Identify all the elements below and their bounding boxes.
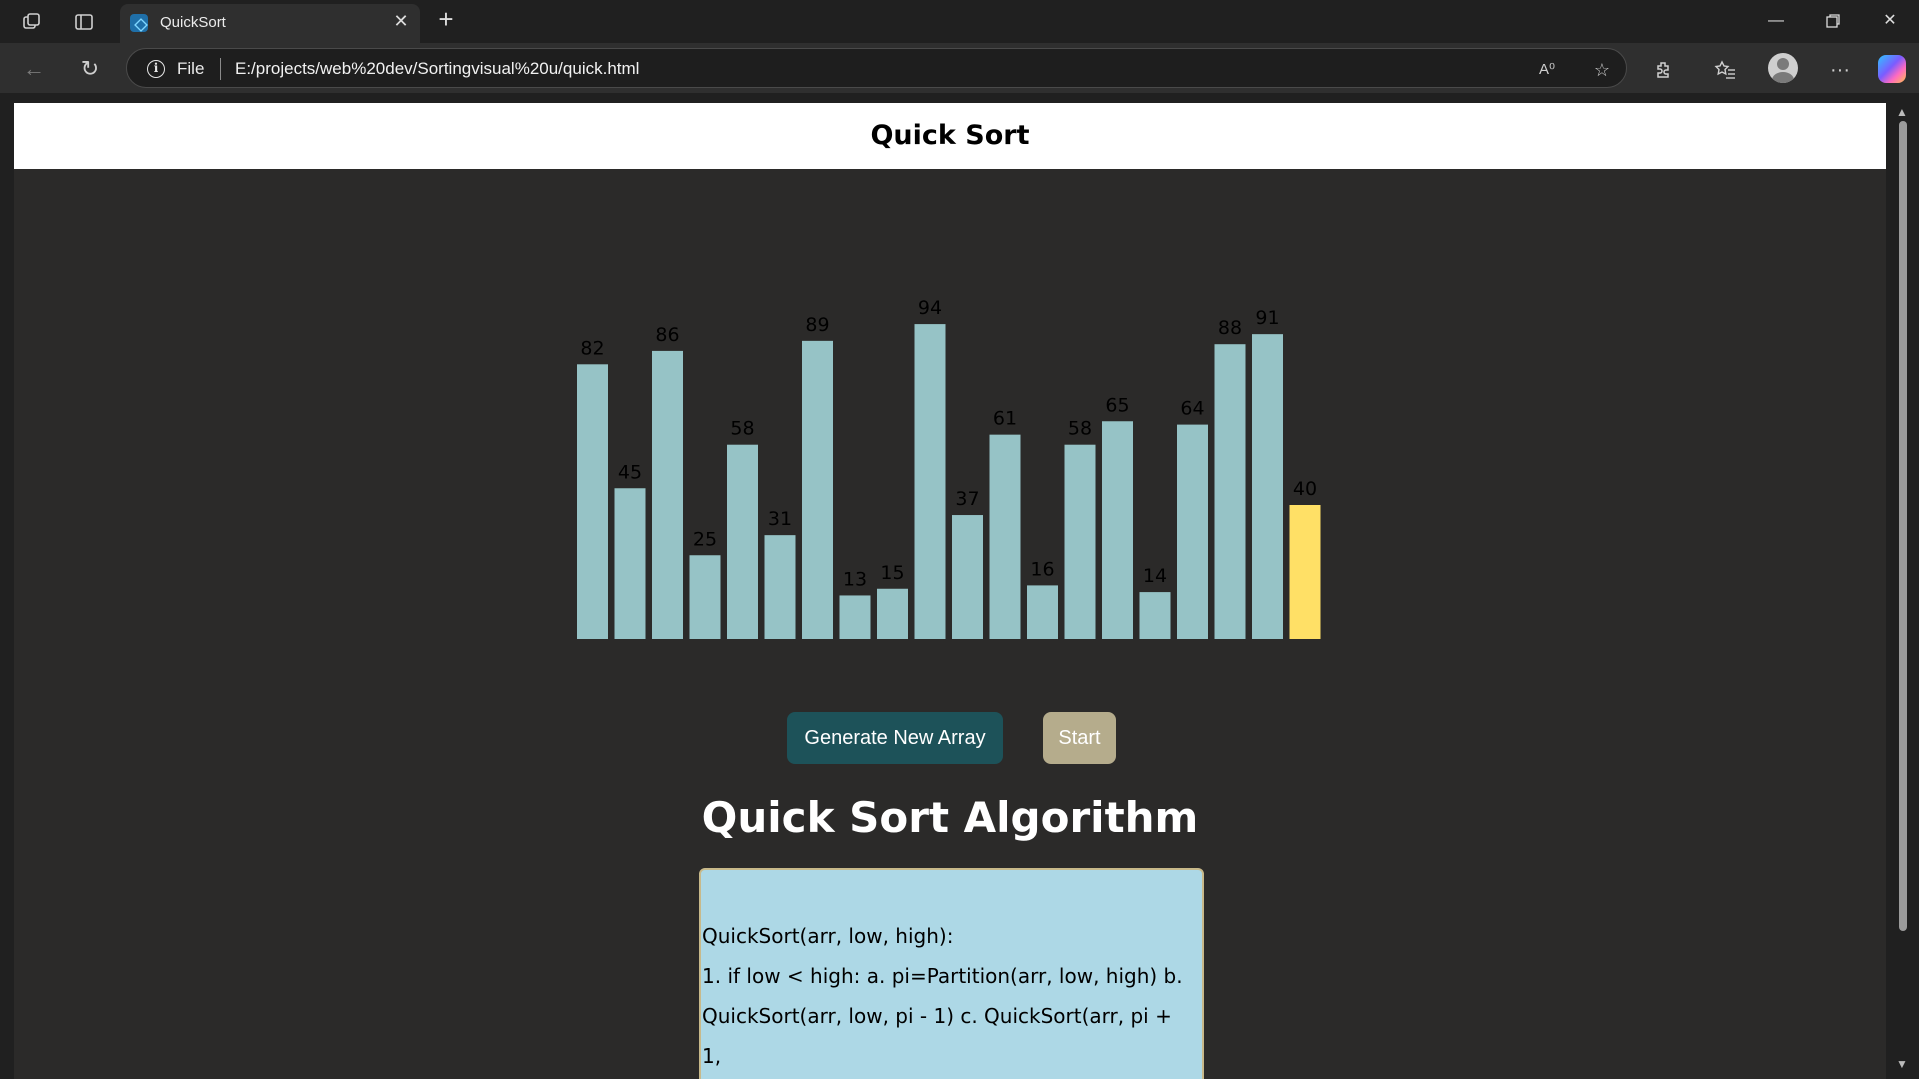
scrollbar-thumb[interactable]: [1899, 121, 1907, 931]
chart-bar: [952, 515, 983, 639]
chart-bar: [614, 488, 646, 639]
active-tab[interactable]: QuickSort ✕: [120, 4, 420, 43]
code-line: 1. if low < high: a. pi=Partition(arr, l…: [702, 964, 1183, 988]
tab-title: QuickSort: [160, 14, 226, 31]
url-divider: [220, 58, 221, 80]
page-title: Quick Sort: [870, 120, 1030, 151]
chart-bar: [764, 535, 796, 639]
page-header: Quick Sort: [14, 103, 1886, 169]
scroll-down-arrow-icon[interactable]: ▼: [1896, 1057, 1908, 1071]
bar-value-label: 94: [918, 297, 942, 319]
scroll-up-arrow-icon[interactable]: ▲: [1896, 105, 1908, 119]
chart-bar: [652, 350, 683, 639]
restore-icon[interactable]: [1813, 6, 1853, 36]
page-viewport: Quick Sort 82 45 86 25 58 31 89 13 15 94 37 61 16 58 6…: [14, 103, 1886, 1079]
bar-value-label: 40: [1293, 478, 1317, 500]
chart-bar: [1177, 424, 1208, 639]
bar-value-label: 31: [768, 508, 792, 530]
bar-value-label: 16: [1030, 558, 1054, 580]
favorite-star-icon[interactable]: ☆: [1590, 58, 1614, 82]
minimize-icon[interactable]: —: [1756, 6, 1796, 36]
chart-bar: [1064, 444, 1096, 639]
vertical-tabs-icon[interactable]: [70, 8, 98, 36]
bar-value-label: 25: [693, 528, 717, 550]
start-button[interactable]: Start: [1043, 712, 1116, 764]
tab-close-icon[interactable]: ✕: [390, 10, 412, 32]
extensions-icon[interactable]: [1649, 55, 1679, 85]
new-tab-icon[interactable]: +: [432, 6, 460, 34]
chart-bar: [1139, 592, 1171, 639]
bar-value-label: 91: [1255, 307, 1279, 329]
generate-new-array-button[interactable]: Generate New Array: [787, 712, 1003, 764]
address-bar[interactable]: i File E:/projects/web%20dev/Sortingvisu…: [126, 48, 1627, 88]
bar-value-label: 15: [880, 562, 904, 584]
bar-value-label: 14: [1143, 565, 1167, 587]
bar-value-label: 45: [618, 461, 642, 483]
bar-value-label: 65: [1105, 394, 1129, 416]
profile-avatar[interactable]: [1768, 53, 1798, 83]
url-scheme-label: File: [177, 59, 205, 78]
chart-bar: [1252, 334, 1283, 639]
bar-chart: 82 45 86 25 58 31 89 13 15 94 37 61 16 58 65 14 64 88 91 40: [577, 297, 1321, 639]
bar-value-label: 58: [730, 418, 754, 440]
chart-bar: [1102, 421, 1133, 639]
bar-value-label: 13: [843, 568, 867, 590]
bar-value-label: 86: [655, 324, 679, 346]
browser-toolbar: ← ↻ i File E:/projects/web%20dev/Sorting…: [0, 43, 1919, 93]
chart-bar: [989, 434, 1021, 639]
bar-value-label: 58: [1068, 418, 1092, 440]
bar-value-label: 64: [1180, 398, 1204, 420]
chart-bar: [914, 324, 946, 639]
close-window-icon[interactable]: ✕: [1870, 6, 1910, 36]
chart-bar: [577, 364, 608, 639]
chart-bar: [727, 444, 758, 639]
favorites-icon[interactable]: [1710, 55, 1740, 85]
url-text[interactable]: E:/projects/web%20dev/Sortingvisual%20u/…: [235, 59, 639, 79]
chart-bar: [839, 595, 871, 639]
site-info-icon[interactable]: i: [147, 60, 165, 78]
chart-bar: [1214, 344, 1246, 639]
bar-value-label: 61: [993, 408, 1017, 430]
vertical-scrollbar[interactable]: ▲ ▼: [1886, 103, 1919, 1079]
back-icon[interactable]: ←: [18, 53, 50, 85]
code-line: QuickSort(arr, low, pi - 1) c. QuickSort…: [702, 1004, 1172, 1028]
algorithm-title: Quick Sort Algorithm: [701, 793, 1199, 842]
bar-value-label: 82: [580, 337, 604, 359]
chart-bar: [1289, 505, 1321, 639]
code-line: 1,: [702, 1044, 722, 1068]
pseudocode-box: QuickSort(arr, low, high): 1. if low < h…: [699, 868, 1204, 1079]
chart-bar: [1027, 585, 1058, 639]
page-favicon-icon: [130, 14, 148, 32]
chart-bar: [802, 340, 833, 639]
read-aloud-icon[interactable]: A⁰: [1535, 58, 1559, 82]
refresh-icon[interactable]: ↻: [74, 53, 106, 85]
chart-bar: [689, 555, 721, 639]
bar-value-label: 89: [805, 314, 829, 336]
browser-tab-bar: QuickSort ✕ + — ✕: [0, 0, 1919, 43]
workspaces-icon[interactable]: [18, 8, 46, 36]
copilot-icon[interactable]: [1878, 55, 1906, 83]
bar-value-label: 88: [1218, 317, 1242, 339]
bar-value-label: 37: [955, 488, 979, 510]
more-options-icon[interactable]: ···: [1825, 55, 1855, 85]
code-line: QuickSort(arr, low, high):: [702, 924, 954, 948]
chart-bar: [877, 588, 908, 639]
